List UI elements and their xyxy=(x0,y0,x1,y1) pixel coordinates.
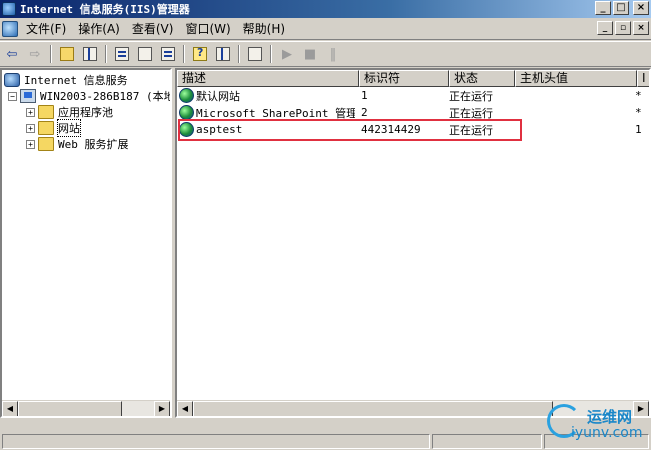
stop-icon[interactable]: ■ xyxy=(300,44,320,64)
list-pane[interactable]: 描述 标识符 状态 主机头值 I 默认网站 1 正在运行 * Microsoft… xyxy=(175,68,651,418)
column-header-ip[interactable]: I xyxy=(637,70,649,87)
expand-icon[interactable]: + xyxy=(26,139,35,149)
mdi-minimize-button[interactable]: _ xyxy=(597,21,613,35)
scroll-left-button[interactable]: ◀ xyxy=(177,401,193,416)
tree-node-app-pools[interactable]: + 应用程序池 xyxy=(4,104,170,120)
tree-label-web-extensions: Web 服务扩展 xyxy=(58,138,129,151)
mdi-controls: _ ▫ × xyxy=(597,21,649,35)
start-icon[interactable]: ▶ xyxy=(277,44,297,64)
cell-ip: * xyxy=(635,89,642,102)
cell-status: 正在运行 xyxy=(449,89,493,103)
toolbar-separator xyxy=(50,45,52,63)
tree-label-app-pools: 应用程序池 xyxy=(58,106,113,119)
menu-file[interactable]: 文件(F) xyxy=(20,20,72,37)
menu-bar: 文件(F) 操作(A) 查看(V) 窗口(W) 帮助(H) _ ▫ × xyxy=(0,18,651,40)
list-header: 描述 标识符 状态 主机头值 I xyxy=(177,70,649,87)
export-list-icon[interactable] xyxy=(158,44,178,64)
iis-app-icon xyxy=(2,2,16,16)
close-button[interactable]: × xyxy=(633,1,649,15)
website-icon xyxy=(179,122,194,137)
status-cell-main xyxy=(2,434,430,449)
pause-icon[interactable]: ‖ xyxy=(323,44,343,64)
column-header-description[interactable]: 描述 xyxy=(177,70,359,87)
tree-node-server[interactable]: − WIN2003-286B187 (本地计 xyxy=(4,88,172,104)
toolbar: ⇦ ⇨ ▶ ■ ‖ xyxy=(0,41,651,67)
site-name: Microsoft SharePoint 管理 xyxy=(196,106,355,120)
iis-icon xyxy=(4,73,20,87)
column-header-status[interactable]: 状态 xyxy=(449,70,515,87)
collapse-icon[interactable]: − xyxy=(8,91,17,101)
watermark-text-cn: 运维网 xyxy=(587,408,633,426)
column-header-host[interactable]: 主机头值 xyxy=(515,70,637,87)
scroll-thumb[interactable] xyxy=(193,401,553,416)
computer-icon[interactable] xyxy=(245,44,265,64)
menu-action[interactable]: 操作(A) xyxy=(72,20,126,37)
minimize-button[interactable]: _ xyxy=(595,1,611,15)
site-name: asptest xyxy=(196,123,243,136)
title-bar: Internet 信息服务(IIS)管理器 _ □ × xyxy=(0,0,651,18)
computer-icon xyxy=(20,89,36,103)
up-folder-icon[interactable] xyxy=(57,44,77,64)
folder-icon xyxy=(38,105,54,119)
mdi-close-button[interactable]: × xyxy=(633,21,649,35)
cell-identifier: 2 xyxy=(361,106,368,119)
toolbar-separator xyxy=(183,45,185,63)
menu-help[interactable]: 帮助(H) xyxy=(237,20,291,37)
watermark-text-en: iyunv.com xyxy=(571,425,643,441)
show-hide-tree-icon[interactable] xyxy=(80,44,100,64)
column-header-identifier[interactable]: 标识符 xyxy=(359,70,449,87)
tree-label-websites: 网站 xyxy=(57,119,81,137)
scroll-left-button[interactable]: ◀ xyxy=(2,401,18,416)
maximize-button[interactable]: □ xyxy=(613,1,629,15)
scroll-thumb[interactable] xyxy=(18,401,122,416)
website-icon xyxy=(179,88,194,103)
menu-window[interactable]: 窗口(W) xyxy=(179,20,236,37)
cell-identifier: 1 xyxy=(361,89,368,102)
watermark: 运维网 iyunv.com xyxy=(543,400,651,446)
tree-view: Internet 信息服务 − WIN2003-286B187 (本地计 + 应… xyxy=(4,72,172,152)
tree-node-root[interactable]: Internet 信息服务 xyxy=(4,72,170,88)
console-icon[interactable] xyxy=(213,44,233,64)
refresh-icon[interactable] xyxy=(135,44,155,64)
tree-label-server: WIN2003-286B187 (本地计 xyxy=(40,90,172,103)
table-row[interactable]: asptest 442314429 正在运行 1 xyxy=(177,121,649,138)
cell-ip: 1 xyxy=(635,123,642,136)
cell-identifier: 442314429 xyxy=(361,123,421,136)
expand-icon[interactable]: + xyxy=(26,107,35,117)
expand-icon[interactable]: + xyxy=(26,123,35,133)
cell-description: asptest xyxy=(177,122,355,137)
toolbar-separator xyxy=(238,45,240,63)
website-icon xyxy=(179,105,194,120)
tree-horizontal-scrollbar[interactable]: ◀ ▶ xyxy=(2,400,170,416)
status-cell-secondary xyxy=(432,434,542,449)
scroll-right-button[interactable]: ▶ xyxy=(154,401,170,416)
mdi-system-icon[interactable] xyxy=(2,20,18,37)
site-name: 默认网站 xyxy=(196,89,240,103)
tree-node-web-extensions[interactable]: + Web 服务扩展 xyxy=(4,136,170,152)
help-icon[interactable] xyxy=(190,44,210,64)
cell-ip: * xyxy=(635,106,642,119)
mdi-restore-button[interactable]: ▫ xyxy=(615,21,631,35)
menu-view[interactable]: 查看(V) xyxy=(126,20,180,37)
table-row[interactable]: Microsoft SharePoint 管理 2 正在运行 * xyxy=(177,104,649,121)
cell-status: 正在运行 xyxy=(449,106,493,120)
list-body: 默认网站 1 正在运行 * Microsoft SharePoint 管理 2 … xyxy=(177,87,649,138)
tree-label-root: Internet 信息服务 xyxy=(24,74,128,87)
tree-node-websites[interactable]: + 网站 xyxy=(4,119,170,137)
window-title: Internet 信息服务(IIS)管理器 xyxy=(20,3,190,16)
window-controls: _ □ × xyxy=(595,1,649,15)
back-arrow-icon[interactable]: ⇦ xyxy=(2,44,22,64)
toolbar-separator xyxy=(270,45,272,63)
table-row[interactable]: 默认网站 1 正在运行 * xyxy=(177,87,649,104)
folder-icon xyxy=(38,121,54,135)
properties-icon[interactable] xyxy=(112,44,132,64)
cell-status: 正在运行 xyxy=(449,123,493,137)
cell-description: Microsoft SharePoint 管理 xyxy=(177,105,355,121)
tree-pane[interactable]: Internet 信息服务 − WIN2003-286B187 (本地计 + 应… xyxy=(0,68,172,418)
folder-icon xyxy=(38,137,54,151)
forward-arrow-icon[interactable]: ⇨ xyxy=(25,44,45,64)
cell-description: 默认网站 xyxy=(177,88,355,104)
toolbar-separator xyxy=(105,45,107,63)
